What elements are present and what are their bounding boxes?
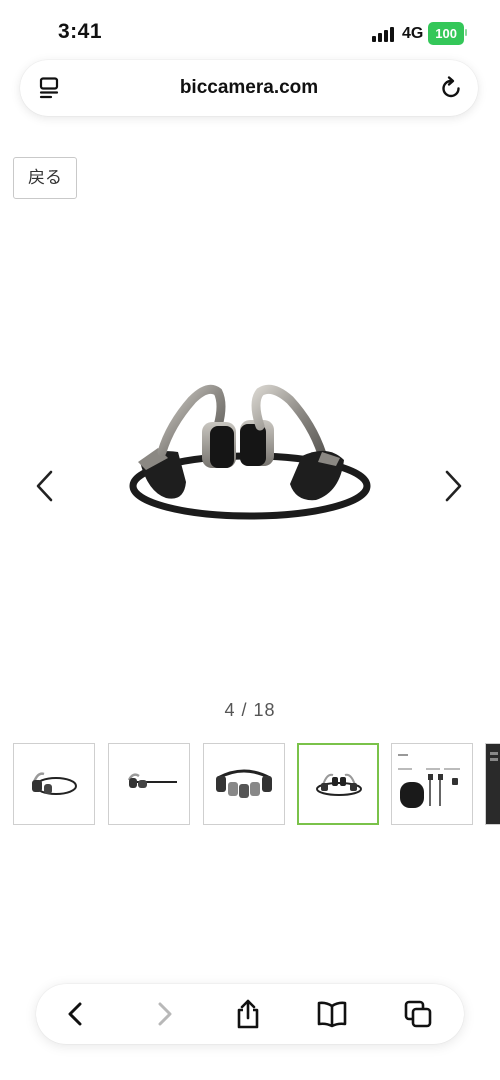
thumbnail-6[interactable] <box>485 743 500 825</box>
headphones-back-icon <box>316 773 362 796</box>
lifestyle-photo-icon <box>486 744 500 824</box>
thumbnail-1[interactable] <box>13 743 95 825</box>
thumbnail-4-active[interactable] <box>297 743 379 825</box>
bookmarks-icon[interactable] <box>316 998 348 1030</box>
reload-icon[interactable] <box>438 75 464 101</box>
headphones-icon <box>32 772 77 795</box>
headphones-front-icon <box>216 769 272 798</box>
next-image-arrow-icon[interactable] <box>440 468 466 504</box>
back-icon[interactable] <box>60 998 92 1030</box>
back-button[interactable]: 戻る <box>13 157 77 199</box>
forward-icon[interactable] <box>148 998 180 1030</box>
thumbnail-5[interactable] <box>391 743 473 825</box>
tabs-icon[interactable] <box>402 998 434 1030</box>
product-image <box>129 384 371 520</box>
url-text[interactable]: biccamera.com <box>20 77 478 99</box>
image-counter: 4 / 18 <box>224 700 276 720</box>
share-icon[interactable] <box>232 998 264 1030</box>
thumbnail-3[interactable] <box>203 743 285 825</box>
thumbnail-2[interactable] <box>108 743 190 825</box>
screen: 3:41 4G 100 biccamera.com 戻る 4 / 18 <box>0 0 500 1080</box>
thumbnail-strip <box>13 743 500 827</box>
status-indicators: 4G 100 <box>371 22 467 45</box>
prev-image-arrow-icon[interactable] <box>32 468 58 504</box>
browser-toolbar <box>36 984 464 1044</box>
battery-icon: 100 <box>428 22 467 45</box>
signal-icon <box>371 26 396 42</box>
status-time: 3:41 <box>58 20 103 43</box>
status-bar: 3:41 4G 100 <box>0 0 500 60</box>
headphones-side-icon <box>127 773 177 788</box>
network-type: 4G <box>401 24 424 42</box>
package-contents-icon <box>398 754 460 808</box>
address-bar[interactable]: biccamera.com <box>20 60 478 116</box>
